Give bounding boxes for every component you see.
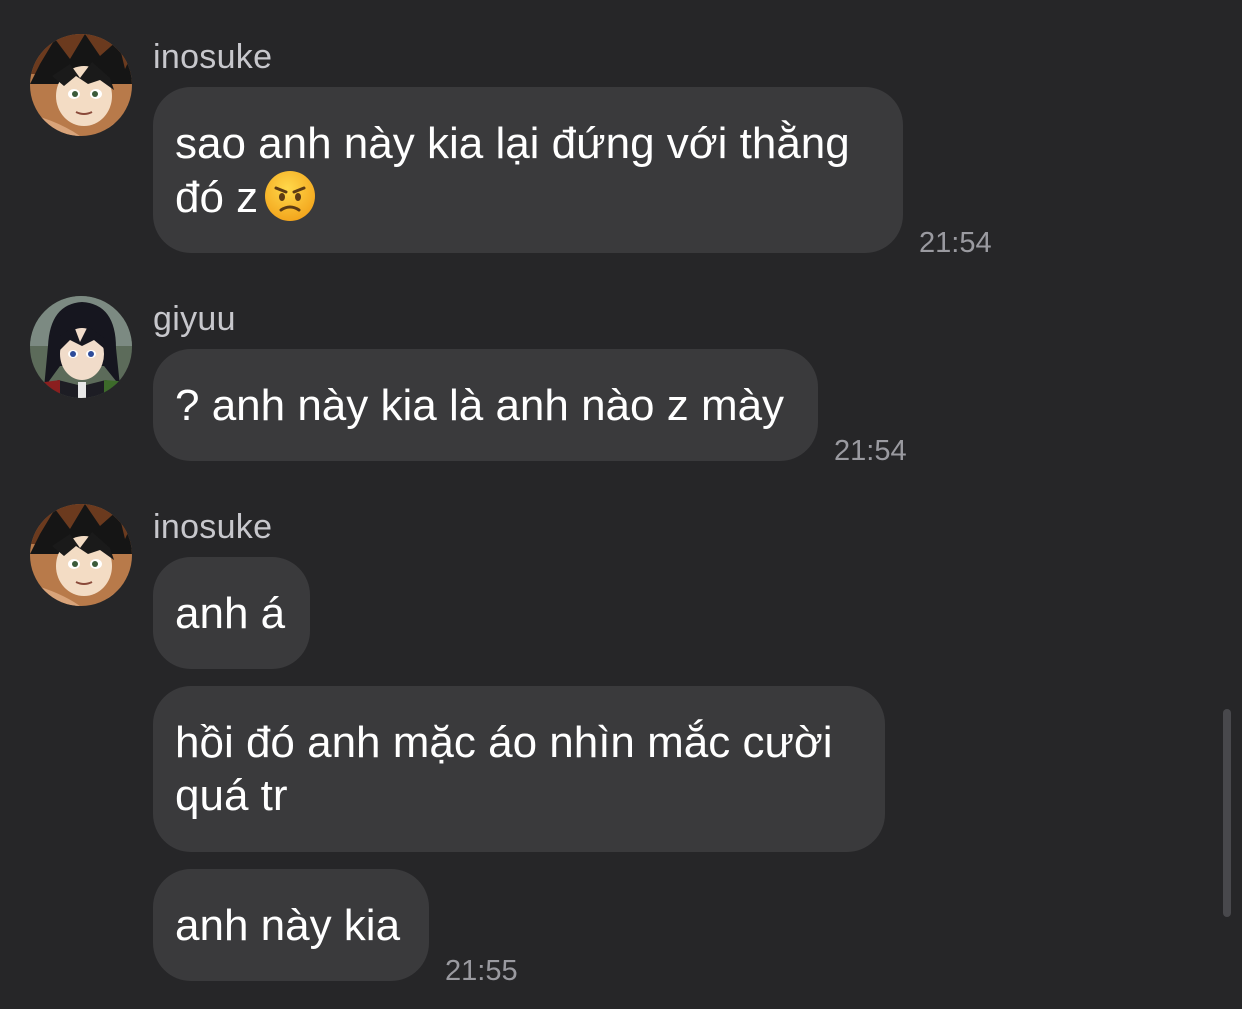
scrollbar-thumb[interactable] (1223, 709, 1231, 917)
message-bubble[interactable]: ? anh này kia là anh nào z mày (153, 349, 818, 461)
sender-name: giyuu (153, 300, 236, 338)
message-text: hồi đó anh mặc áo nhìn mắc cười quá tr (175, 718, 833, 820)
avatar-inosuke[interactable] (30, 504, 132, 606)
timestamp: 21:54 (834, 435, 907, 467)
giyuu-avatar-image (30, 296, 132, 398)
message-text: ? anh này kia là anh nào z mày (175, 381, 785, 430)
timestamp: 21:54 (919, 227, 992, 259)
timestamp: 21:55 (445, 955, 518, 987)
avatar-giyuu[interactable] (30, 296, 132, 398)
message-bubble[interactable]: hồi đó anh mặc áo nhìn mắc cười quá tr (153, 686, 885, 852)
inosuke-avatar-image (30, 504, 132, 606)
message-text: anh này kia (175, 901, 401, 950)
message-bubble[interactable]: anh á (153, 557, 310, 669)
sender-name: inosuke (153, 508, 273, 546)
sender-name: inosuke (153, 38, 273, 76)
message-bubble[interactable]: anh này kia (153, 869, 429, 981)
message-bubble[interactable]: sao anh này kia lại đứng với thằng đó z (153, 87, 903, 253)
message-text: anh á (175, 589, 286, 638)
inosuke-avatar-image (30, 34, 132, 136)
avatar-inosuke[interactable] (30, 34, 132, 136)
angry-face-emoji (265, 171, 316, 221)
chat-screen: { "colors": { "background": "#262628", "… (0, 0, 1242, 1009)
